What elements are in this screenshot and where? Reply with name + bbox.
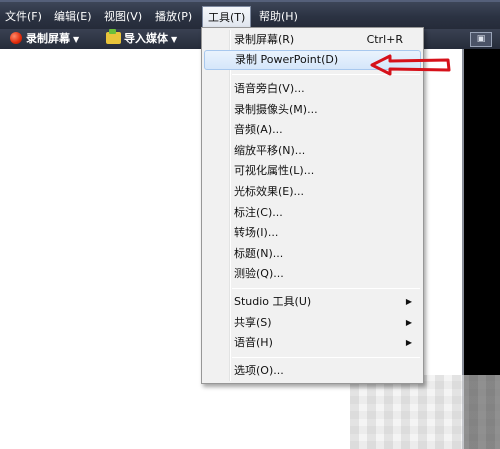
menu-item-record-camera[interactable]: 录制摄像头(M)... [204, 100, 421, 120]
menu-item-label: 录制 PowerPoint(D) [235, 53, 339, 66]
menu-item-titles[interactable]: 标题(N)... [204, 244, 421, 264]
menu-item-label: 可视化属性(L)... [234, 164, 315, 177]
menu-item-label: 音频(A)... [234, 123, 283, 136]
menu-item-label: 录制摄像头(M)... [234, 103, 318, 116]
record-screen-label: 录制屏幕 [26, 32, 70, 45]
submenu-arrow-icon: ▶ [405, 318, 412, 327]
menu-item-cursor-effects[interactable]: 光标效果(E)... [204, 182, 421, 202]
menu-item-share[interactable]: 共享(S) ▶ [204, 313, 421, 333]
submenu-arrow-icon: ▶ [405, 338, 412, 347]
menu-item-label: 共享(S) [234, 316, 272, 329]
menu-view[interactable]: 视图(V) [101, 8, 145, 26]
menu-item-label: 转场(I)... [234, 226, 279, 239]
menu-item-speech[interactable]: 语音(H) ▶ [204, 333, 421, 353]
menu-item-transitions[interactable]: 转场(I)... [204, 223, 421, 243]
menu-item-label: 选项(O)... [234, 364, 284, 377]
menu-separator [232, 357, 420, 358]
import-media-label: 导入媒体 [124, 32, 168, 45]
menu-bar: 文件(F) 编辑(E) 视图(V) 播放(P) 工具(T) 帮助(H) [0, 0, 500, 31]
menu-item-zoom-pan[interactable]: 缩放平移(N)... [204, 141, 421, 161]
import-media-button[interactable]: 导入媒体 ▼ [106, 29, 178, 47]
menu-item-label: 语音(H) [234, 336, 273, 349]
submenu-arrow-icon: ▶ [405, 297, 412, 306]
chevron-down-icon: ▼ [171, 35, 178, 44]
blurred-watermark [350, 375, 500, 449]
menu-item-studio-tools[interactable]: Studio 工具(U) ▶ [204, 292, 421, 312]
menu-item-record-screen[interactable]: 录制屏幕(R) Ctrl+R [204, 30, 421, 50]
menu-item-label: 标题(N)... [234, 247, 284, 260]
menu-item-callouts[interactable]: 标注(C)... [204, 203, 421, 223]
menu-edit[interactable]: 编辑(E) [51, 8, 95, 26]
menu-item-audio[interactable]: 音频(A)... [204, 120, 421, 140]
menu-item-label: 语音旁白(V)... [234, 82, 305, 95]
shortcut-label: Ctrl+R [366, 33, 403, 46]
menu-file[interactable]: 文件(F) [2, 8, 45, 26]
annotation-arrow-icon [370, 54, 451, 76]
menu-item-label: 标注(C)... [234, 206, 283, 219]
menu-item-label: 缩放平移(N)... [234, 144, 306, 157]
menu-play[interactable]: 播放(P) [152, 8, 195, 26]
menu-item-voice-narration[interactable]: 语音旁白(V)... [204, 79, 421, 99]
folder-media-icon [106, 29, 121, 44]
record-screen-button[interactable]: 录制屏幕 ▼ [10, 31, 79, 47]
record-icon [10, 32, 22, 44]
menu-separator [232, 288, 420, 289]
menu-item-label: Studio 工具(U) [234, 295, 312, 308]
menu-item-label: 录制屏幕(R) [234, 33, 295, 46]
menu-item-quiz[interactable]: 测验(Q)... [204, 264, 421, 284]
menu-item-options[interactable]: 选项(O)... [204, 361, 421, 381]
menu-item-visual-properties[interactable]: 可视化属性(L)... [204, 161, 421, 181]
menu-item-label: 测验(Q)... [234, 267, 284, 280]
panel-toggle-icon[interactable]: ▣ [470, 32, 492, 47]
menu-help[interactable]: 帮助(H) [256, 8, 301, 26]
tools-dropdown-menu: 录制屏幕(R) Ctrl+R 录制 PowerPoint(D) 语音旁白(V).… [201, 27, 424, 384]
chevron-down-icon: ▼ [73, 35, 80, 44]
menu-item-label: 光标效果(E)... [234, 185, 305, 198]
